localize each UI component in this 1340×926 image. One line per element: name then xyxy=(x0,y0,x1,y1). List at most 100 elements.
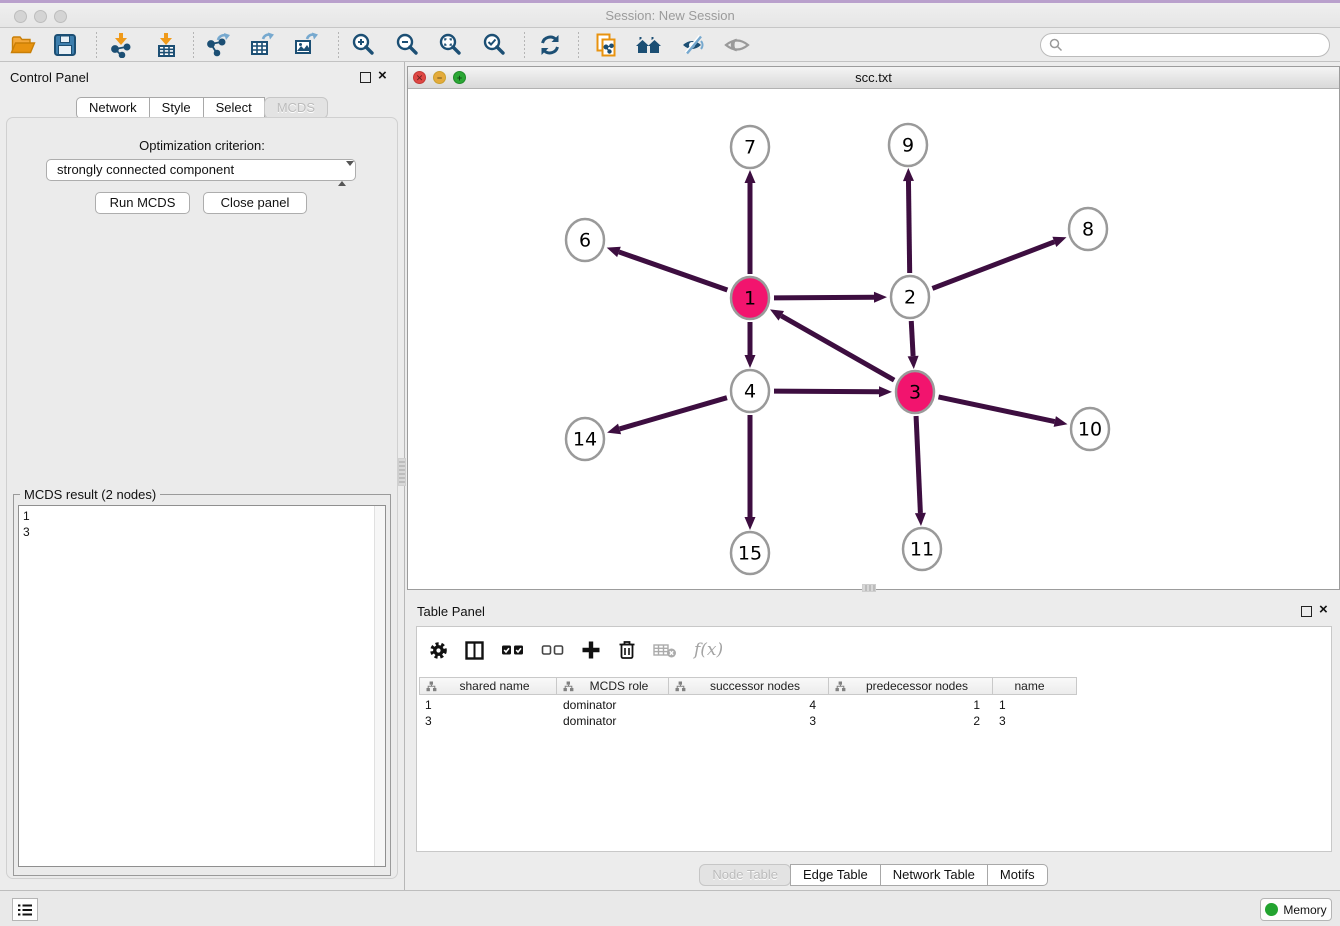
graph-edge-3-1[interactable] xyxy=(781,316,894,380)
add-column-icon[interactable] xyxy=(581,640,601,660)
table-cell[interactable]: 3 xyxy=(669,713,829,729)
control-panel-header: Control Panel × xyxy=(0,66,404,90)
graph-edge-3-11[interactable] xyxy=(916,416,920,513)
float-panel-icon[interactable] xyxy=(1301,606,1312,617)
table-cell[interactable]: 1 xyxy=(829,697,993,713)
control-panel-title: Control Panel xyxy=(10,70,89,85)
graph-edge-3-10[interactable] xyxy=(938,397,1054,422)
list-icon xyxy=(17,903,33,917)
network-view-frame: ✕ − + scc.txt 1234678910111415 xyxy=(407,66,1340,590)
table-toolbar: f(x) xyxy=(429,635,723,665)
graph-edge-1-2[interactable] xyxy=(774,297,874,298)
settings-gear-icon[interactable] xyxy=(429,641,448,660)
search-input[interactable] xyxy=(1040,33,1330,57)
tab-select[interactable]: Select xyxy=(203,97,265,119)
scrollbar[interactable] xyxy=(374,506,385,866)
mcds-result-text[interactable]: 1 3 xyxy=(18,505,386,867)
edge-arrowhead xyxy=(1052,237,1066,247)
hide-selected-icon[interactable] xyxy=(679,31,707,59)
edge-arrowhead xyxy=(607,424,621,435)
table-cell[interactable]: 3 xyxy=(993,713,1077,729)
table-cell[interactable]: 4 xyxy=(669,697,829,713)
table-row[interactable]: 1dominator411 xyxy=(419,697,1077,713)
tab-style[interactable]: Style xyxy=(149,97,204,119)
column-header-name[interactable]: name xyxy=(993,677,1077,695)
graph-edge-2-8[interactable] xyxy=(932,242,1054,289)
graph-node-label: 15 xyxy=(738,543,762,565)
column-header-MCDS-role[interactable]: MCDS role xyxy=(557,677,669,695)
frame-close-icon[interactable]: ✕ xyxy=(413,71,426,84)
frame-minimize-icon[interactable]: − xyxy=(433,71,446,84)
refresh-icon[interactable] xyxy=(536,31,564,59)
optimization-criterion-label: Optimization criterion: xyxy=(7,138,397,153)
open-file-icon[interactable] xyxy=(9,31,37,59)
tab-network[interactable]: Network xyxy=(76,97,150,119)
fx-label: f(x) xyxy=(694,640,723,660)
graph-node-label: 4 xyxy=(744,381,756,403)
table-cell[interactable]: 1 xyxy=(993,697,1077,713)
main-toolbar xyxy=(0,28,1340,62)
graph-node-label: 2 xyxy=(904,287,916,309)
frame-maximize-icon[interactable]: + xyxy=(453,71,466,84)
table-cell[interactable]: dominator xyxy=(557,713,669,729)
delete-column-icon[interactable] xyxy=(618,640,636,660)
tab-network-table[interactable]: Network Table xyxy=(880,864,988,886)
deselect-all-icon[interactable] xyxy=(541,643,564,657)
function-builder-icon[interactable]: f(x) xyxy=(694,640,723,660)
export-network-icon[interactable] xyxy=(204,31,232,59)
graph-edge-1-6[interactable] xyxy=(619,252,727,290)
column-header-predecessor-nodes[interactable]: predecessor nodes xyxy=(829,677,993,695)
tab-edge-table[interactable]: Edge Table xyxy=(790,864,881,886)
zoom-out-icon[interactable] xyxy=(393,31,421,59)
column-header-successor-nodes[interactable]: successor nodes xyxy=(669,677,829,695)
export-table-icon[interactable] xyxy=(248,31,276,59)
show-all-icon[interactable] xyxy=(723,31,751,59)
task-history-button[interactable] xyxy=(12,898,38,921)
graph-node-label: 7 xyxy=(744,137,756,159)
close-panel-icon[interactable]: × xyxy=(378,67,387,84)
graph-edge-2-9[interactable] xyxy=(908,181,909,273)
select-all-icon[interactable] xyxy=(501,643,524,657)
table-row[interactable]: 3dominator323 xyxy=(419,713,1077,729)
tab-node-table[interactable]: Node Table xyxy=(699,864,791,886)
export-image-icon[interactable] xyxy=(292,31,320,59)
first-neighbors-icon[interactable] xyxy=(635,31,663,59)
delete-table-icon[interactable] xyxy=(653,642,677,659)
float-panel-icon[interactable] xyxy=(360,72,371,83)
zoom-in-icon[interactable] xyxy=(349,31,377,59)
column-header-shared-name[interactable]: shared name xyxy=(419,677,557,695)
zoom-selected-icon[interactable] xyxy=(480,31,508,59)
network-canvas[interactable]: 1234678910111415 xyxy=(408,89,1339,589)
import-network-icon[interactable] xyxy=(107,31,135,59)
close-panel-icon[interactable]: × xyxy=(1319,601,1328,618)
graph-edge-4-3[interactable] xyxy=(774,391,879,392)
minimize-window-icon[interactable] xyxy=(34,10,47,23)
table-tabs: Node TableEdge TableNetwork TableMotifs xyxy=(407,864,1340,886)
optimization-criterion-select[interactable]: strongly connected component xyxy=(46,159,356,181)
save-session-icon[interactable] xyxy=(51,31,79,59)
tab-mcds[interactable]: MCDS xyxy=(264,97,328,119)
graph-edge-4-14[interactable] xyxy=(620,398,727,429)
tab-motifs[interactable]: Motifs xyxy=(987,864,1048,886)
table-cell[interactable]: dominator xyxy=(557,697,669,713)
zoom-window-icon[interactable] xyxy=(54,10,67,23)
split-grip-horizontal[interactable] xyxy=(862,584,876,592)
graph-edge-2-3[interactable] xyxy=(911,321,913,356)
table-cell[interactable]: 1 xyxy=(419,697,557,713)
dropdown-value: strongly connected component xyxy=(57,162,234,177)
graph-node-label: 3 xyxy=(909,382,921,404)
table-cell[interactable]: 3 xyxy=(419,713,557,729)
run-mcds-button[interactable]: Run MCDS xyxy=(95,192,190,214)
duplicate-network-icon[interactable] xyxy=(592,31,620,59)
close-window-icon[interactable] xyxy=(14,10,27,23)
toolbar-separator xyxy=(338,32,339,58)
table-cell[interactable]: 2 xyxy=(829,713,993,729)
graph-node-label: 10 xyxy=(1078,419,1102,441)
split-grip-vertical[interactable] xyxy=(398,458,406,486)
memory-button[interactable]: Memory xyxy=(1260,898,1332,921)
network-frame-titlebar[interactable]: ✕ − + scc.txt xyxy=(408,67,1339,89)
show-column-icon[interactable] xyxy=(465,641,484,660)
import-table-icon[interactable] xyxy=(152,31,180,59)
zoom-fit-icon[interactable] xyxy=(436,31,464,59)
close-panel-button[interactable]: Close panel xyxy=(203,192,307,214)
